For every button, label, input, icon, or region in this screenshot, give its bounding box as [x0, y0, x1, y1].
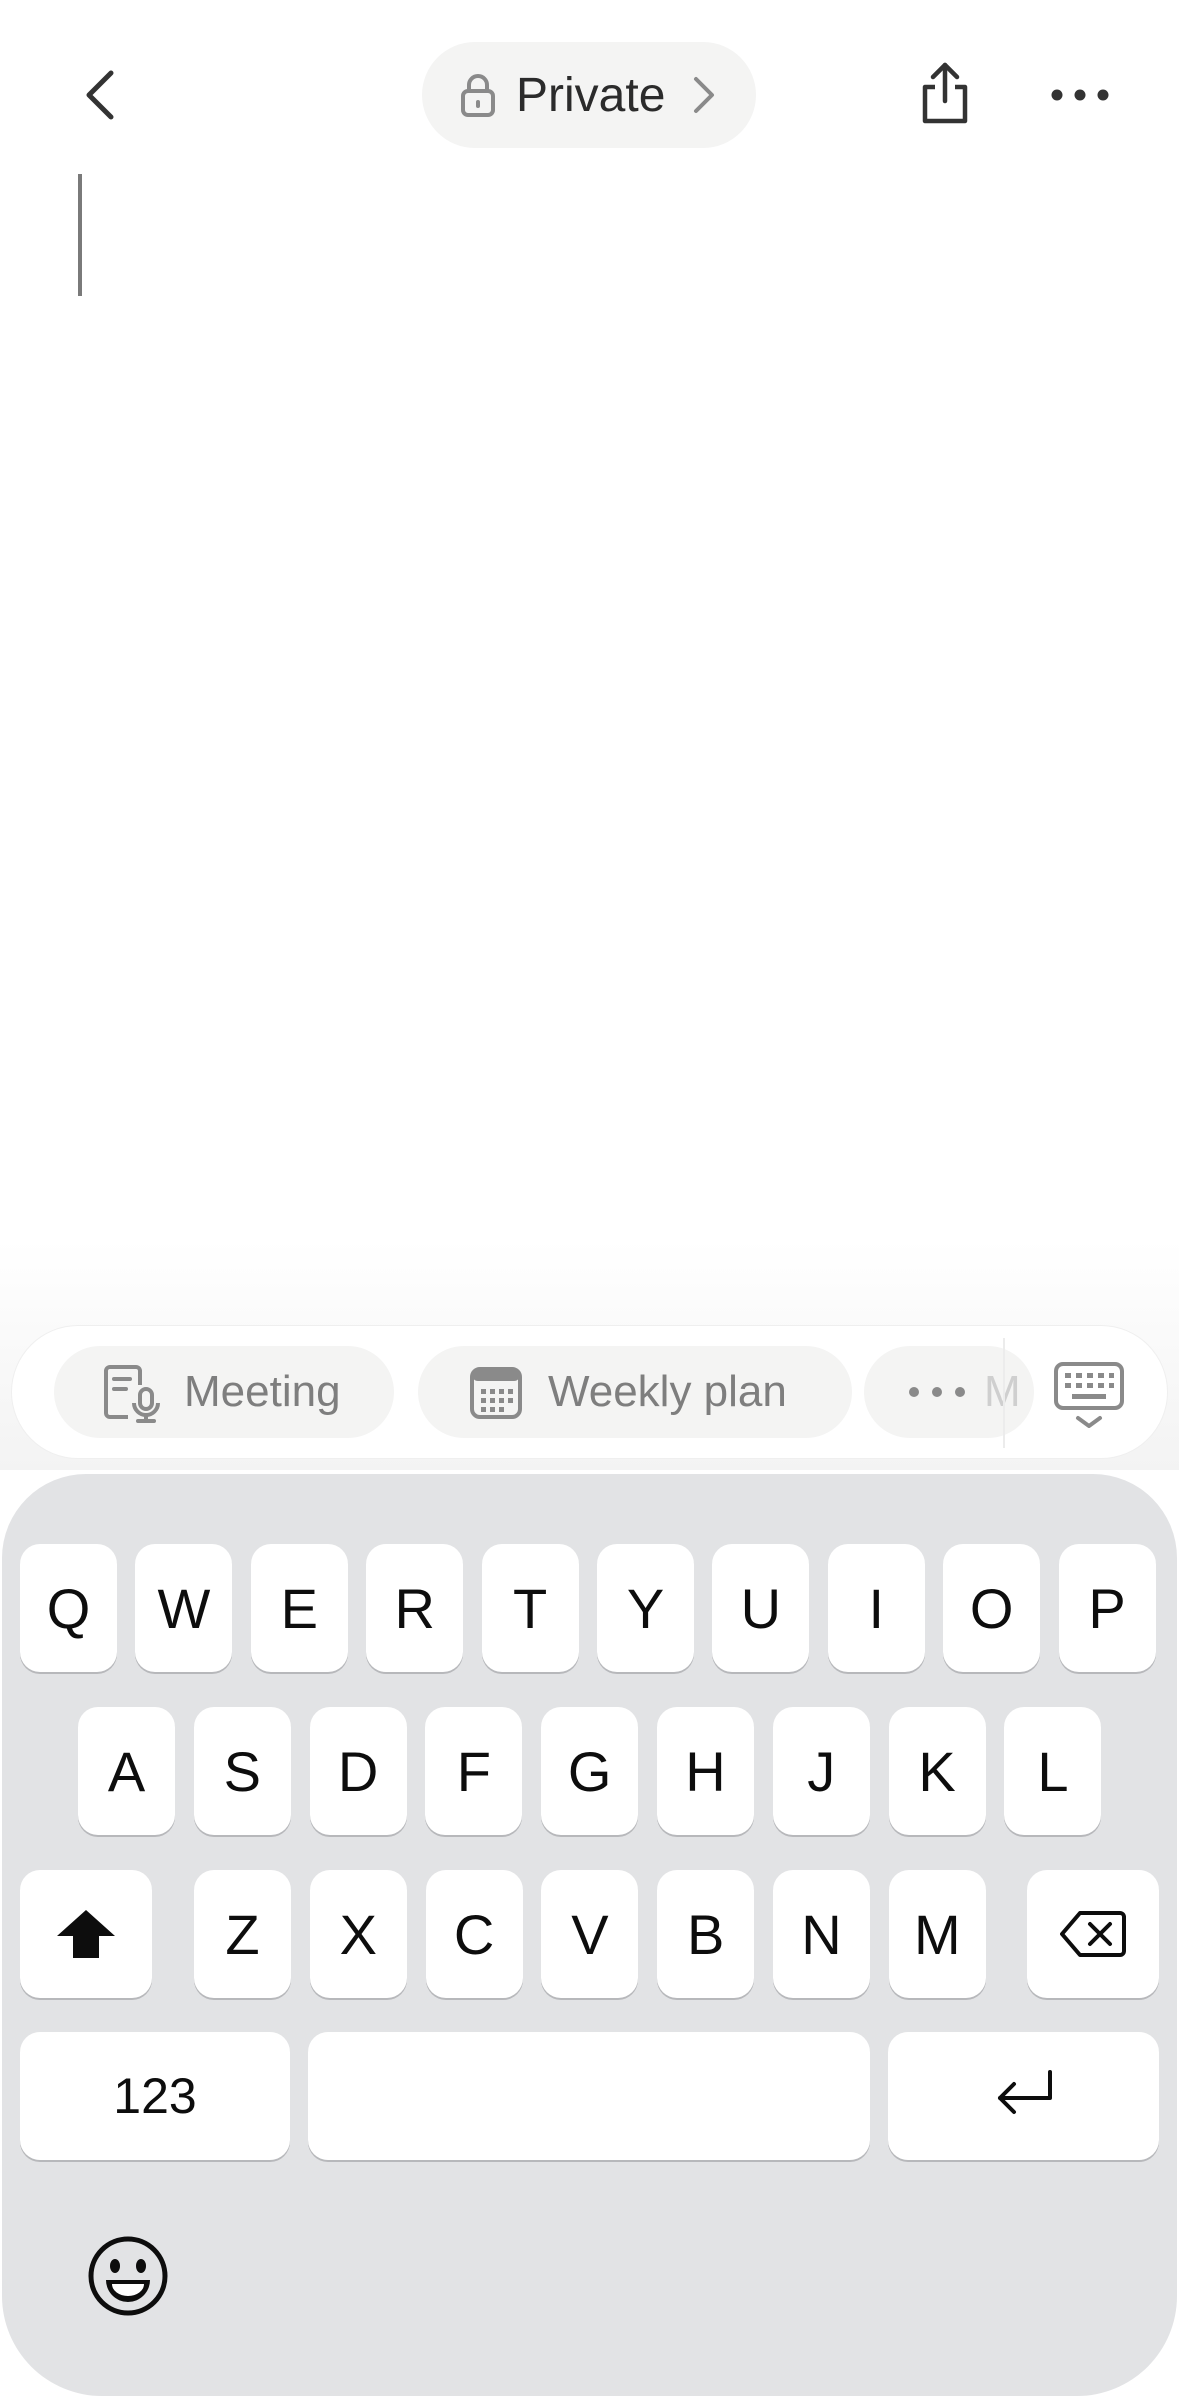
key-e[interactable]: E: [250, 1544, 348, 1672]
key-label: S: [223, 1739, 261, 1803]
key-w[interactable]: W: [135, 1544, 233, 1672]
key-label: Y: [626, 1576, 665, 1640]
key-label: E: [280, 1576, 318, 1640]
key-i[interactable]: I: [827, 1544, 925, 1672]
template-bar: Meeting Weekly plan M: [12, 1326, 1167, 1458]
calendar-icon: [470, 1367, 522, 1419]
space-key[interactable]: [308, 2032, 870, 2160]
key-label: N: [801, 1902, 842, 1966]
text-cursor: [78, 174, 82, 296]
key-z[interactable]: Z: [194, 1870, 291, 1998]
keyboard-hide-icon: [1054, 1362, 1124, 1428]
shift-icon: [57, 1910, 115, 1958]
return-icon: [997, 2070, 1052, 2114]
key-a[interactable]: A: [78, 1707, 175, 1835]
key-t[interactable]: T: [481, 1544, 579, 1672]
template-chip-more[interactable]: M: [864, 1346, 1034, 1438]
key-label: A: [107, 1739, 146, 1803]
chevron-right-icon: [694, 77, 715, 113]
key-label: J: [807, 1739, 836, 1803]
privacy-label: Private: [516, 68, 666, 122]
delete-key[interactable]: [1027, 1870, 1159, 1998]
chevron-left-icon: [86, 70, 114, 120]
key-o[interactable]: O: [943, 1544, 1041, 1672]
key-label: M: [913, 1902, 961, 1966]
more-horizontal-icon: [909, 1387, 965, 1397]
key-s[interactable]: S: [193, 1707, 291, 1835]
key-label: V: [571, 1902, 609, 1966]
key-l[interactable]: L: [1004, 1707, 1102, 1835]
meeting-notes-icon: [104, 1365, 160, 1423]
template-chip-weekly-plan[interactable]: Weekly plan: [418, 1346, 852, 1438]
top-bar: Private: [0, 0, 1179, 160]
key-g[interactable]: G: [541, 1707, 639, 1835]
hide-keyboard-button[interactable]: [1048, 1360, 1130, 1432]
privacy-selector[interactable]: Private: [422, 42, 756, 148]
key-label: F: [456, 1739, 491, 1803]
template-label-weekly-plan: Weekly plan: [548, 1367, 787, 1416]
key-label: D: [337, 1739, 379, 1803]
key-p[interactable]: P: [1058, 1544, 1156, 1672]
numbers-key[interactable]: 123: [20, 2032, 290, 2160]
key-x[interactable]: X: [309, 1870, 407, 1998]
key-u[interactable]: U: [712, 1544, 810, 1672]
emoji-icon: [88, 2236, 168, 2316]
key-label: G: [567, 1739, 612, 1803]
key-h[interactable]: H: [657, 1707, 754, 1835]
key-label: W: [157, 1576, 211, 1640]
key-label: X: [339, 1902, 377, 1966]
key-f[interactable]: F: [425, 1707, 523, 1835]
key-label: R: [394, 1576, 435, 1640]
key-j[interactable]: J: [772, 1707, 870, 1835]
on-screen-keyboard: Q W E R T Y U I O P A S D F G H J K L Z X C V B N M 123: [2, 1474, 1177, 2396]
share-button[interactable]: [910, 54, 980, 134]
template-chip-meeting[interactable]: Meeting: [54, 1346, 394, 1438]
return-key[interactable]: [888, 2032, 1159, 2160]
key-label: B: [687, 1902, 725, 1966]
key-v[interactable]: V: [541, 1870, 639, 1998]
share-icon: [922, 62, 968, 124]
more-horizontal-icon: [1051, 89, 1109, 101]
key-b[interactable]: B: [657, 1870, 755, 1998]
back-button[interactable]: [70, 60, 130, 130]
key-label: Q: [46, 1576, 91, 1640]
template-label-meeting: Meeting: [184, 1367, 341, 1416]
key-label: Z: [225, 1902, 260, 1966]
key-y[interactable]: Y: [597, 1544, 694, 1672]
key-label: K: [918, 1739, 956, 1803]
emoji-button[interactable]: [86, 2234, 170, 2318]
key-label: L: [1037, 1739, 1069, 1803]
key-n[interactable]: N: [773, 1870, 870, 1998]
toolbar-divider: [1003, 1338, 1005, 1448]
key-label: I: [868, 1576, 885, 1640]
note-editor[interactable]: [0, 160, 1179, 1310]
key-label: U: [740, 1576, 782, 1640]
lock-icon: [461, 74, 495, 117]
key-label: O: [969, 1576, 1014, 1640]
key-c[interactable]: C: [425, 1870, 523, 1998]
key-q[interactable]: Q: [20, 1544, 117, 1672]
key-label: P: [1088, 1576, 1126, 1640]
key-label: T: [512, 1576, 548, 1640]
backspace-icon: [1060, 1911, 1126, 1957]
key-m[interactable]: M: [888, 1870, 986, 1998]
key-r[interactable]: R: [366, 1544, 464, 1672]
key-k[interactable]: K: [888, 1707, 986, 1835]
more-button[interactable]: [1040, 70, 1120, 120]
key-label: H: [685, 1739, 726, 1803]
key-d[interactable]: D: [309, 1707, 407, 1835]
key-label: C: [453, 1902, 495, 1966]
shift-key[interactable]: [20, 1870, 152, 1998]
numbers-key-label: 123: [113, 2068, 197, 2124]
